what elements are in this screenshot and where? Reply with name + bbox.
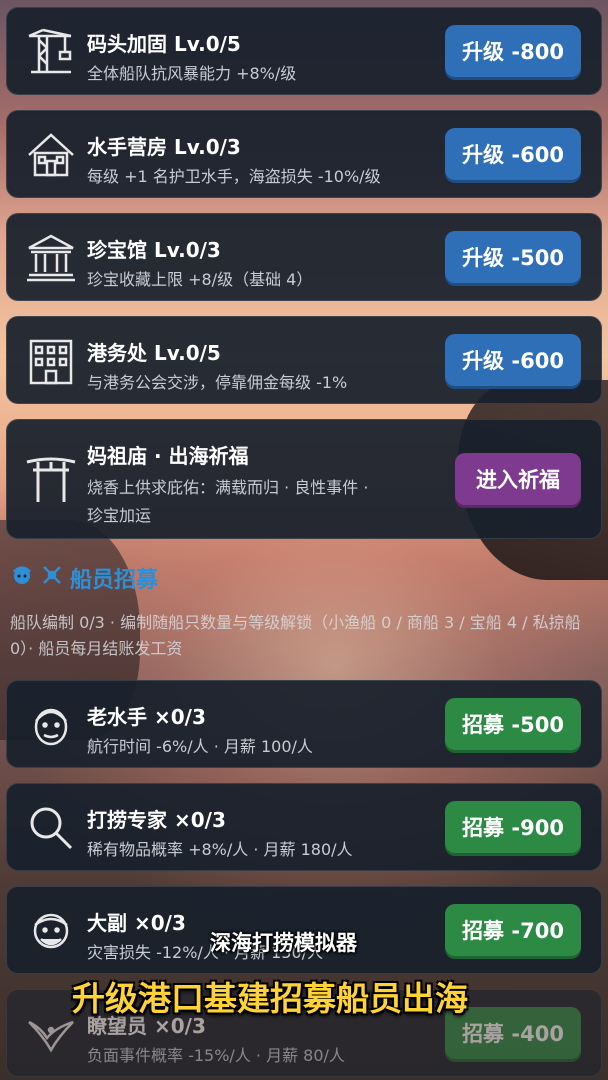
recruit-button-old-sailor[interactable]: 招募 -500: [445, 698, 581, 750]
crew-desc: 航行时间 -6%/人 · 月薪 100/人: [87, 737, 313, 756]
upgrade-button-treasury[interactable]: 升级 -500: [445, 231, 581, 283]
facility-card-dock: 码头加固 Lv.0/5 全体船队抗风暴能力 +8%/级 升级 -800: [6, 7, 602, 95]
crew-desc: 稀有物品概率 +8%/人 · 月薪 180/人: [87, 840, 353, 859]
museum-icon: [25, 232, 77, 284]
temple-card: 妈祖庙 · 出海祈福 烧香上供求庇佑：满载而归 · 良性事件 · 珍宝加运 进入…: [6, 419, 602, 539]
eagle-icon: [25, 1008, 77, 1060]
facility-desc: 全体船队抗风暴能力 +8%/级: [87, 64, 297, 83]
sailor-face-icon: [25, 699, 77, 751]
crane-icon: [25, 26, 77, 78]
temple-desc-line2: 珍宝加运: [87, 506, 152, 525]
facility-title: 水手营房 Lv.0/3: [87, 135, 241, 159]
facility-desc: 珍宝收藏上限 +8/级（基础 4）: [87, 270, 313, 289]
torii-gate-icon: [25, 454, 77, 506]
crew-card-salvage-expert: 打捞专家 ×0/3 稀有物品概率 +8%/人 · 月薪 180/人 招募 -90…: [6, 783, 602, 871]
facility-title: 港务处 Lv.0/5: [87, 341, 221, 365]
facility-card-treasury: 珍宝馆 Lv.0/3 珍宝收藏上限 +8/级（基础 4） 升级 -500: [6, 213, 602, 301]
facility-desc: 每级 +1 名护卫水手，海盗损失 -10%/级: [87, 167, 381, 186]
temple-title: 妈祖庙 · 出海祈福: [87, 444, 249, 468]
facility-title: 珍宝馆 Lv.0/3: [87, 238, 221, 262]
promo-caption: 升级港口基建招募船员出海: [72, 979, 468, 1018]
crew-card-old-sailor: 老水手 ×0/3 航行时间 -6%/人 · 月薪 100/人 招募 -500: [6, 680, 602, 768]
facility-card-barracks: 水手营房 Lv.0/3 每级 +1 名护卫水手，海盗损失 -10%/级 升级 -…: [6, 110, 602, 198]
enter-blessing-button[interactable]: 进入祈福: [455, 453, 581, 505]
facility-desc: 与港务公会交涉，停靠佣金每级 -1%: [87, 373, 348, 392]
mate-face-icon: [25, 905, 77, 957]
upgrade-button-dock[interactable]: 升级 -800: [445, 25, 581, 77]
office-building-icon: [25, 335, 77, 387]
facility-card-harbor-office: 港务处 Lv.0/5 与港务公会交涉，停靠佣金每级 -1% 升级 -600: [6, 316, 602, 404]
game-title-caption: 深海打捞模拟器: [210, 931, 357, 955]
crew-face-icon: [10, 563, 34, 593]
recruit-button-salvage-expert[interactable]: 招募 -900: [445, 801, 581, 853]
crew-section-desc: 船队编制 0/3 · 编制随船只数量与等级解锁（小渔船 0 / 商船 3 / 宝…: [10, 613, 581, 658]
upgrade-button-barracks[interactable]: 升级 -600: [445, 128, 581, 180]
anchor-icon: [40, 563, 64, 593]
crew-section-header: 船员招募: [10, 562, 158, 594]
facility-title: 码头加固 Lv.0/5: [87, 32, 241, 56]
crew-section-title: 船员招募: [70, 568, 159, 593]
recruit-button-first-mate[interactable]: 招募 -700: [445, 904, 581, 956]
upgrade-button-harbor-office[interactable]: 升级 -600: [445, 334, 581, 386]
crew-desc: 负面事件概率 -15%/人 · 月薪 80/人: [87, 1046, 345, 1065]
magnifier-icon: [25, 802, 77, 854]
crew-title: 老水手 ×0/3: [87, 705, 206, 729]
temple-desc-line1: 烧香上供求庇佑：满载而归 · 良性事件 ·: [87, 478, 369, 497]
house-icon: [25, 129, 77, 181]
crew-title: 打捞专家 ×0/3: [87, 808, 226, 832]
crew-title: 大副 ×0/3: [87, 911, 186, 935]
